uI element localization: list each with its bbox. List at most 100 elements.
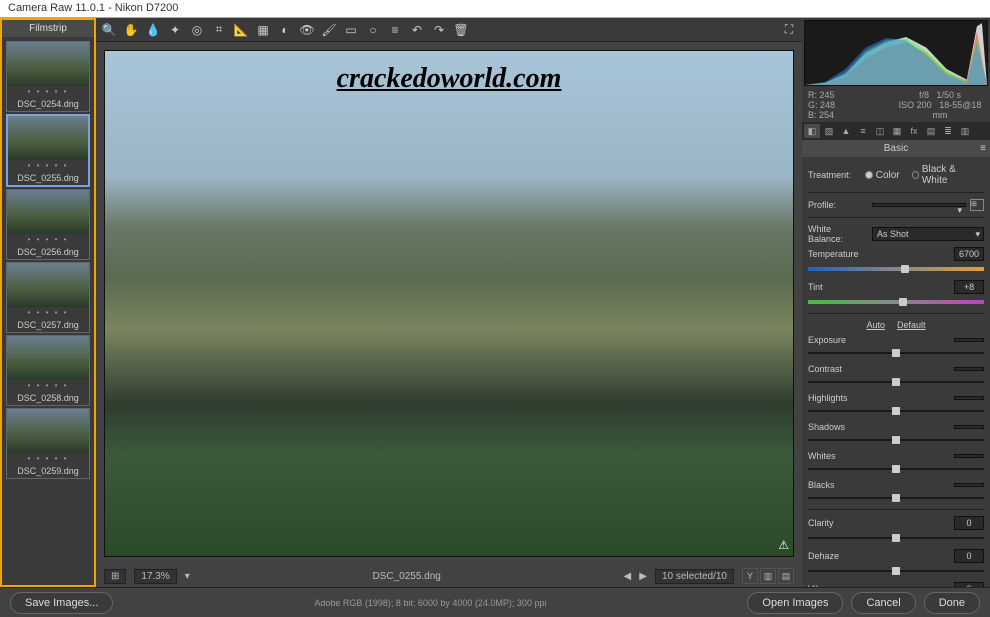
whites-value[interactable] [954,454,984,458]
next-image-icon[interactable]: ▶ [639,571,647,582]
color-sampler-tool-icon[interactable]: ✦ [166,21,184,39]
panel-tabs: ◧ ▨ ▲ ≡ ◫ ▦ fx ▤ ≣ ▥ [802,122,990,140]
footer: Save Images... Adobe RGB (1998); 8 bit; … [0,587,990,617]
treatment-color-radio[interactable]: Color [865,170,900,181]
treatment-label: Treatment: [808,170,861,180]
filmstrip-header: Filmstrip [2,20,94,37]
temp-slider[interactable] [808,264,984,274]
footer-info[interactable]: Adobe RGB (1998); 8 bit; 6000 by 4000 (2… [121,598,739,608]
profile-browser-icon[interactable]: ⊞ [970,199,984,211]
rgb-r-label: R: 245 [808,90,896,100]
clarity-label: Clarity [808,518,868,528]
profile-select[interactable] [872,203,966,207]
crop-tool-icon[interactable]: ⌗ [210,21,228,39]
tab-snapshots-icon[interactable]: ▥ [957,124,973,138]
filmstrip-thumb[interactable]: • • • • •DSC_0259.dng [6,408,90,479]
compare-split-icon[interactable]: ▥ [760,568,776,584]
clipping-warning-icon[interactable]: ⚠ [778,538,789,552]
blacks-value[interactable] [954,483,984,487]
rotate-cw-icon[interactable]: ↷ [430,21,448,39]
treatment-bw-radio[interactable]: Black & White [912,164,976,186]
view-mode-icon[interactable]: ⊞ [104,569,126,584]
transform-tool-icon[interactable]: ▦ [254,21,272,39]
tint-value[interactable]: +8 [954,280,984,294]
tab-hsl-icon[interactable]: ≡ [855,124,871,138]
clarity-value[interactable]: 0 [954,516,984,530]
window-title: Camera Raw 11.0.1 - Nikon D7200 [8,2,178,14]
selection-count: 10 selected/10 [655,569,734,584]
rotate-ccw-icon[interactable]: ↶ [408,21,426,39]
tab-fx-icon[interactable]: fx [906,124,922,138]
thumb-filename: DSC_0257.dng [7,318,89,332]
shadows-value[interactable] [954,425,984,429]
contrast-value[interactable] [954,367,984,371]
prev-image-icon[interactable]: ◀ [624,571,632,582]
panel-menu-icon[interactable]: ≡ [980,143,986,154]
thumb-filename: DSC_0255.dng [8,171,88,185]
filmstrip-panel: Filmstrip • • • • •DSC_0254.dng• • • • •… [0,18,96,587]
tab-lens-icon[interactable]: ▦ [889,124,905,138]
cancel-button[interactable]: Cancel [851,592,915,614]
contrast-slider[interactable] [808,377,984,387]
straighten-tool-icon[interactable]: 📐 [232,21,250,39]
whites-label: Whites [808,451,868,461]
hand-tool-icon[interactable]: ✋ [122,21,140,39]
exposure-slider[interactable] [808,348,984,358]
open-images-button[interactable]: Open Images [747,592,843,614]
done-button[interactable]: Done [924,592,980,614]
panel-title: Basic ≡ [802,140,990,157]
blacks-slider[interactable] [808,493,984,503]
highlights-slider[interactable] [808,406,984,416]
default-link[interactable]: Default [897,320,926,330]
radial-filter-icon[interactable]: ○ [364,21,382,39]
compare-side-icon[interactable]: ▤ [778,568,794,584]
thumb-filename: DSC_0254.dng [7,97,89,111]
filmstrip-thumb[interactable]: • • • • •DSC_0256.dng [6,189,90,260]
tint-slider[interactable] [808,297,984,307]
dehaze-label: Dehaze [808,551,868,561]
compare-y-icon[interactable]: Y [742,568,758,584]
save-images-button[interactable]: Save Images... [10,592,113,614]
spot-removal-tool-icon[interactable]: ◐ [276,21,294,39]
adjustment-brush-icon[interactable]: 🖌 [320,21,338,39]
temp-value[interactable]: 6700 [954,247,984,261]
preferences-icon[interactable]: ≡ [386,21,404,39]
target-adjust-tool-icon[interactable]: ◎ [188,21,206,39]
wb-select[interactable]: As Shot [872,227,984,241]
tab-presets-icon[interactable]: ≣ [940,124,956,138]
filmstrip-thumb[interactable]: • • • • •DSC_0255.dng [6,114,90,187]
tab-detail-icon[interactable]: ▲ [838,124,854,138]
window-titlebar: Camera Raw 11.0.1 - Nikon D7200 [0,0,990,18]
graduated-filter-icon[interactable]: ▭ [342,21,360,39]
clarity-slider[interactable] [808,533,984,543]
dehaze-slider[interactable] [808,566,984,576]
zoom-tool-icon[interactable]: 🔍 [100,21,118,39]
filmstrip-thumb[interactable]: • • • • •DSC_0258.dng [6,335,90,406]
auto-link[interactable]: Auto [866,320,885,330]
zoom-level[interactable]: 17.3% [134,569,176,584]
filmstrip-thumb[interactable]: • • • • •DSC_0257.dng [6,262,90,333]
tab-basic-icon[interactable]: ◧ [804,124,820,138]
tab-calib-icon[interactable]: ▤ [923,124,939,138]
filmstrip-thumb[interactable]: • • • • •DSC_0254.dng [6,41,90,112]
zoom-dropdown-icon[interactable]: ▾ [185,571,190,582]
white-balance-tool-icon[interactable]: 💧 [144,21,162,39]
tab-split-icon[interactable]: ◫ [872,124,888,138]
watermark-text: crackedoworld.com [337,63,562,95]
highlights-label: Highlights [808,393,868,403]
status-filename: DSC_0255.dng [198,571,616,582]
aperture-shutter-label: f/8 1/50 s [896,90,984,100]
redeye-tool-icon[interactable]: 👁 [298,21,316,39]
exposure-value[interactable] [954,338,984,342]
delete-icon[interactable]: 🗑 [452,21,470,39]
image-preview[interactable]: crackedoworld.com ⚠ [104,50,794,557]
adjustments-panel: R: 245 G: 248 B: 254 f/8 1/50 s ISO 200 … [802,18,990,587]
whites-slider[interactable] [808,464,984,474]
highlights-value[interactable] [954,396,984,400]
profile-label: Profile: [808,200,868,210]
fullscreen-icon[interactable]: ⛶ [780,21,798,39]
tab-curve-icon[interactable]: ▨ [821,124,837,138]
histogram[interactable] [804,20,988,86]
shadows-slider[interactable] [808,435,984,445]
dehaze-value[interactable]: 0 [954,549,984,563]
